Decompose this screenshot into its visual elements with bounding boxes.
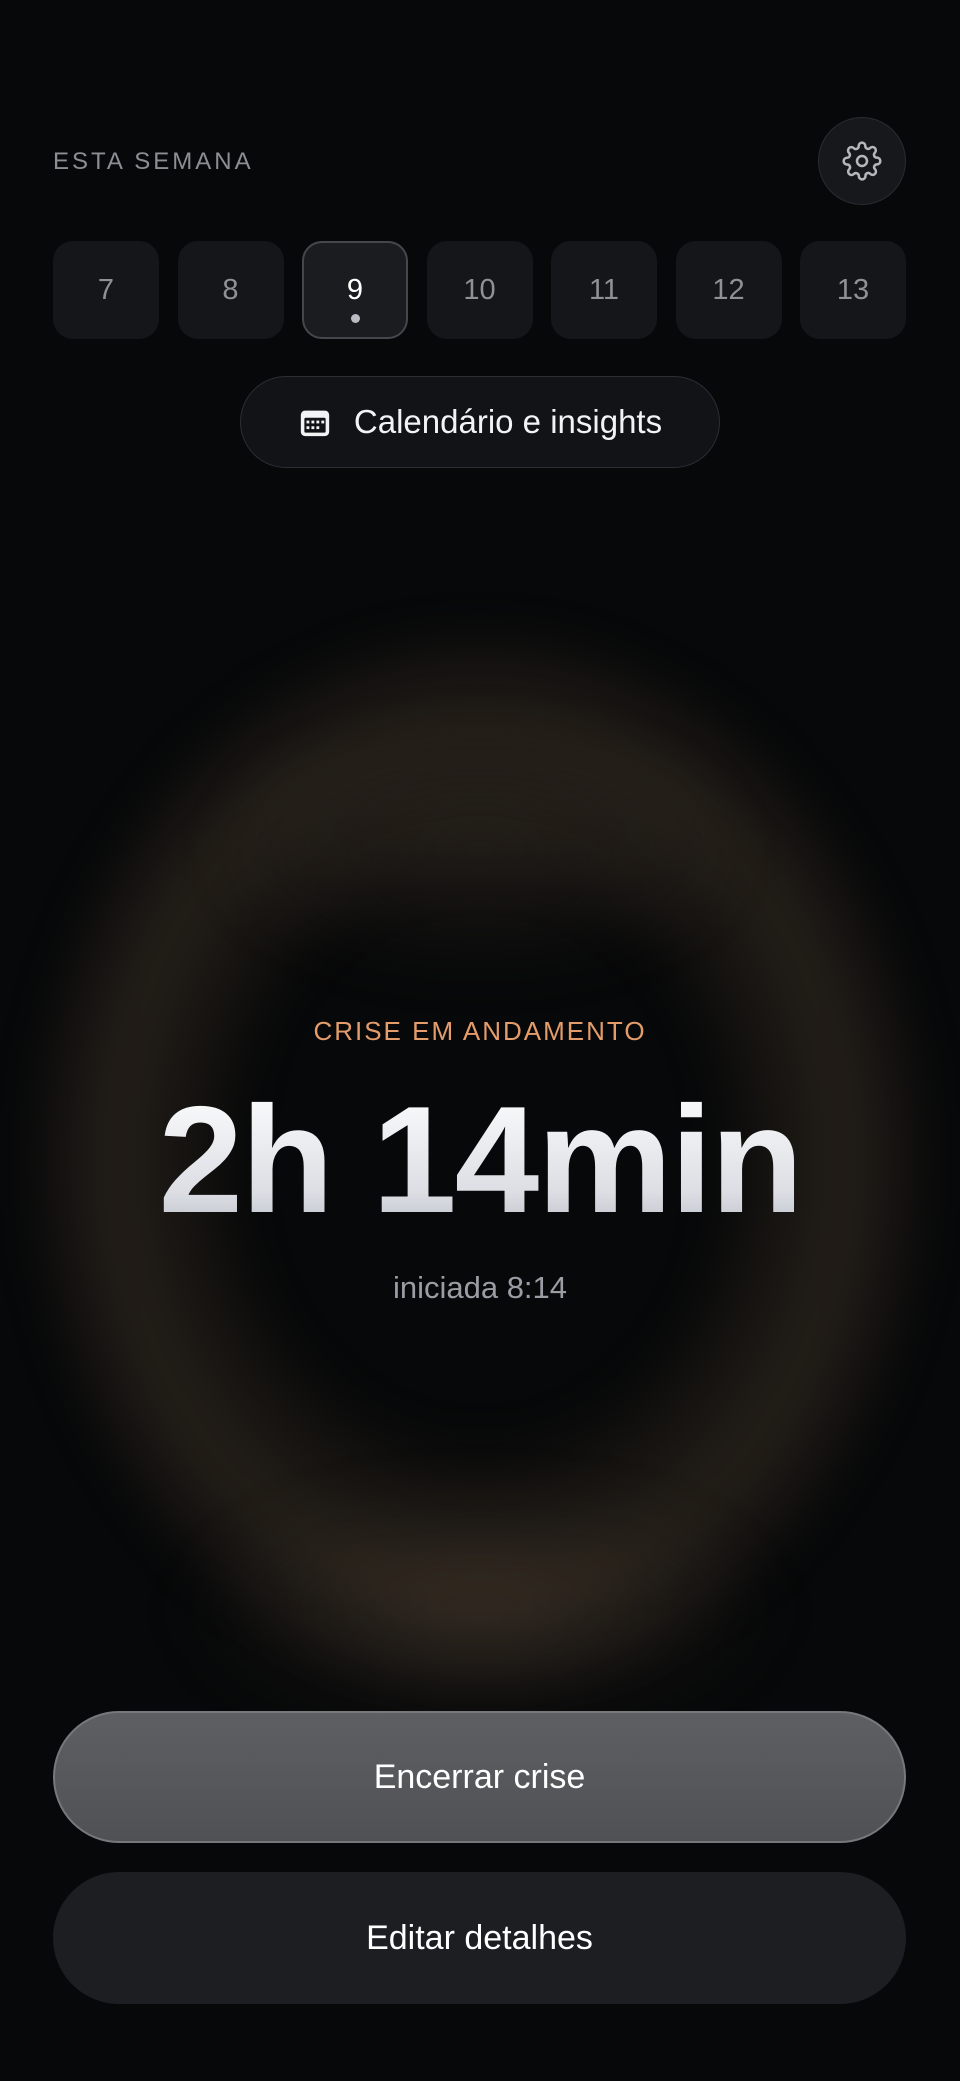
- glow-top: [200, 720, 760, 980]
- day-10[interactable]: 10: [426, 241, 533, 339]
- edit-details-button[interactable]: Editar detalhes: [53, 1872, 906, 2004]
- crisis-duration: 2h 14min: [0, 1080, 960, 1240]
- end-crisis-button[interactable]: Encerrar crise: [53, 1711, 906, 1843]
- glow-bottom: [170, 1480, 790, 1740]
- crisis-screen: ESTA SEMANA 7 8 9 10 11 12 13 Calendário…: [0, 0, 960, 2081]
- calendar-insights-button[interactable]: Calendário e insights: [240, 376, 720, 468]
- crisis-status: CRISE EM ANDAMENTO: [313, 1016, 647, 1046]
- day-7[interactable]: 7: [53, 241, 159, 339]
- settings-button[interactable]: [818, 117, 906, 205]
- week-day-selector: 7 8 9 10 11 12 13: [53, 241, 906, 339]
- day-12[interactable]: 12: [675, 241, 782, 339]
- gear-icon: [842, 141, 882, 181]
- day-11[interactable]: 11: [551, 241, 657, 339]
- crisis-start-time: iniciada 8:14: [392, 1270, 568, 1305]
- end-crisis-label: Encerrar crise: [373, 1757, 586, 1796]
- day-13[interactable]: 13: [800, 241, 906, 339]
- week-label: ESTA SEMANA: [53, 148, 254, 175]
- day-8[interactable]: 8: [177, 241, 284, 339]
- calendar-icon: [300, 410, 330, 437]
- calendar-insights-label: Calendário e insights: [353, 403, 663, 440]
- edit-details-label: Editar detalhes: [366, 1918, 593, 1957]
- day-9-selected[interactable]: 9: [302, 241, 408, 339]
- event-dot: [350, 314, 360, 323]
